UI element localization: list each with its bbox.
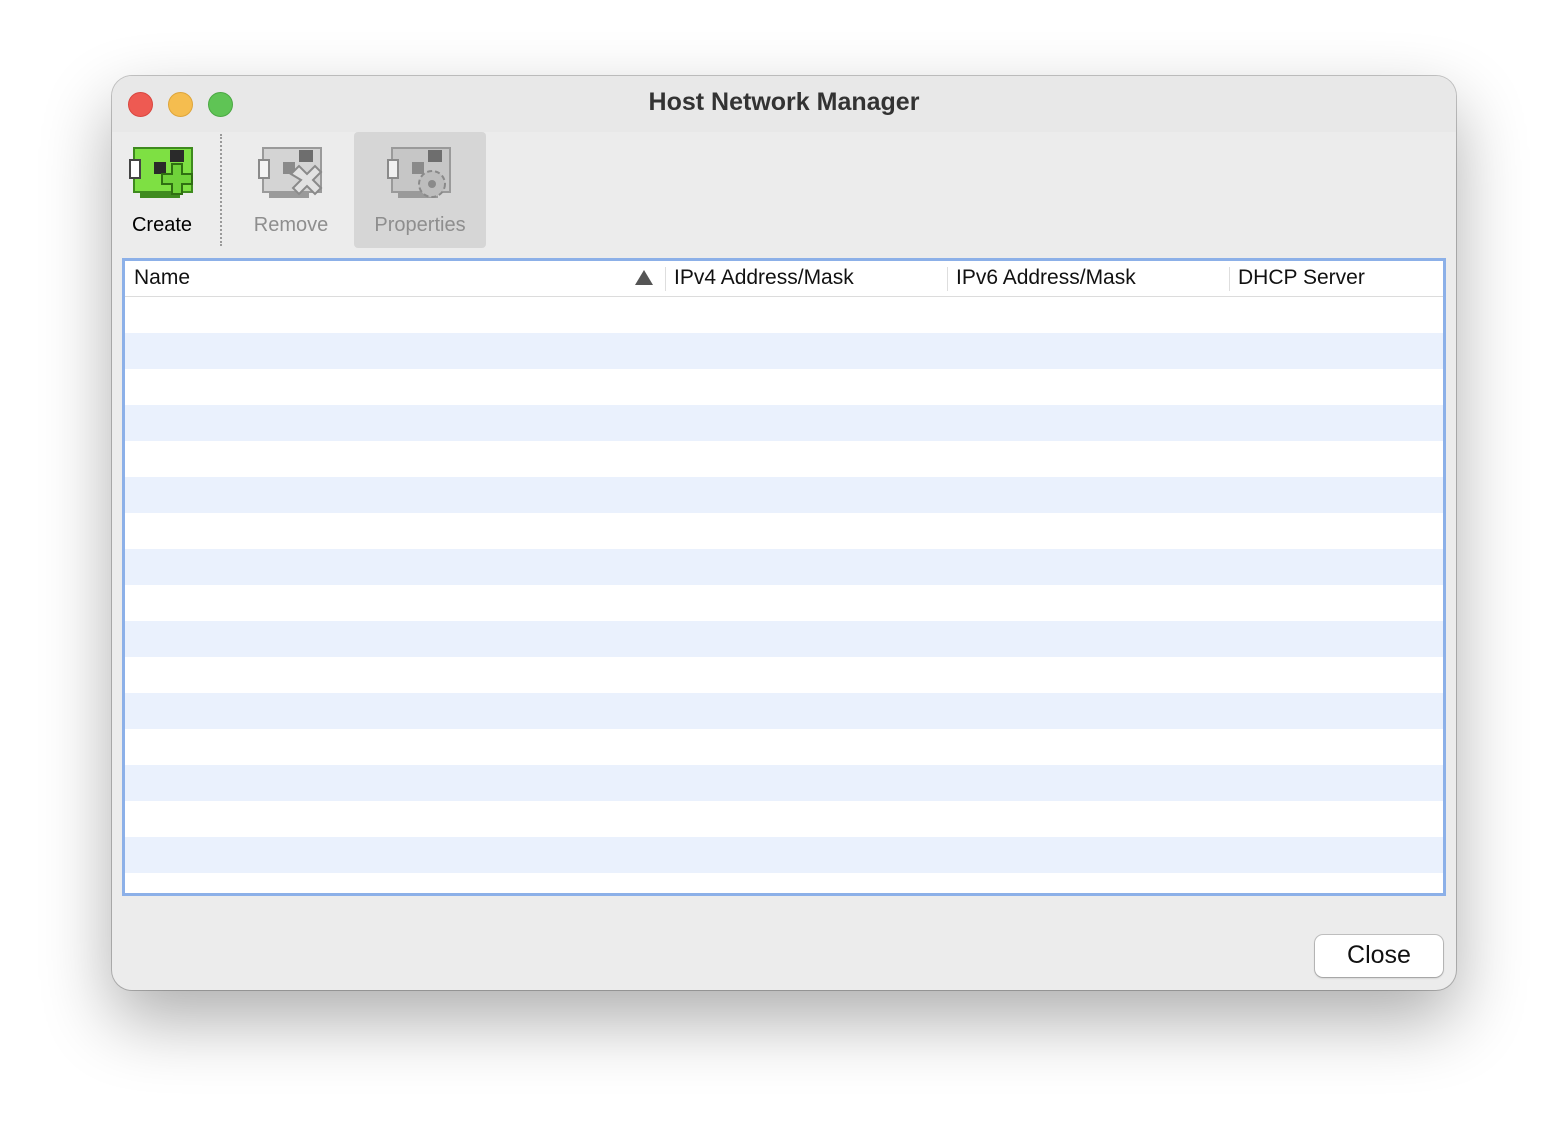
empty-row [125,297,1443,333]
column-header-name-label: Name [134,266,191,289]
empty-row [125,873,1443,893]
host-network-table[interactable]: Name IPv4 Address/Mask IPv6 Address/Mask… [122,258,1446,896]
column-header-ipv4[interactable]: IPv4 Address/Mask [665,261,947,296]
remove-label: Remove [253,214,329,236]
network-adapter-remove-icon [258,147,323,198]
toolbar: Create Remove Properties [112,132,1456,250]
column-header-ipv6[interactable]: IPv6 Address/Mask [947,261,1229,296]
network-adapter-properties-icon [387,147,451,198]
empty-row [125,513,1443,549]
empty-row [125,369,1443,405]
network-adapter-add-icon [129,147,193,198]
toolbar-separator [220,134,222,246]
table-header: Name IPv4 Address/Mask IPv6 Address/Mask… [125,261,1443,297]
empty-row [125,441,1443,477]
empty-row [125,657,1443,693]
column-header-name[interactable]: Name [125,261,665,296]
empty-row [125,729,1443,765]
column-header-dhcp[interactable]: DHCP Server [1229,261,1443,296]
create-button[interactable]: Create [112,132,212,248]
column-header-ipv4-label: IPv4 Address/Mask [674,266,854,289]
empty-row [125,333,1443,369]
empty-row [125,477,1443,513]
close-button[interactable]: Close [1315,935,1443,977]
empty-row [125,585,1443,621]
empty-row [125,765,1443,801]
remove-button[interactable]: Remove [240,132,342,248]
empty-row [125,693,1443,729]
empty-row [125,549,1443,585]
create-label: Create [131,214,193,236]
table-body[interactable] [125,297,1443,893]
host-network-manager-window: Host Network Manager Create Remove Prope… [112,76,1456,990]
sort-ascending-icon [635,270,653,285]
empty-row [125,621,1443,657]
empty-row [125,801,1443,837]
properties-label: Properties [374,214,466,236]
column-header-dhcp-label: DHCP Server [1238,266,1365,289]
window-title: Host Network Manager [648,88,920,116]
empty-row [125,405,1443,441]
empty-row [125,837,1443,873]
column-header-ipv6-label: IPv6 Address/Mask [956,266,1136,289]
title-bar: Host Network Manager [112,76,1456,132]
properties-button[interactable]: Properties [354,132,486,248]
